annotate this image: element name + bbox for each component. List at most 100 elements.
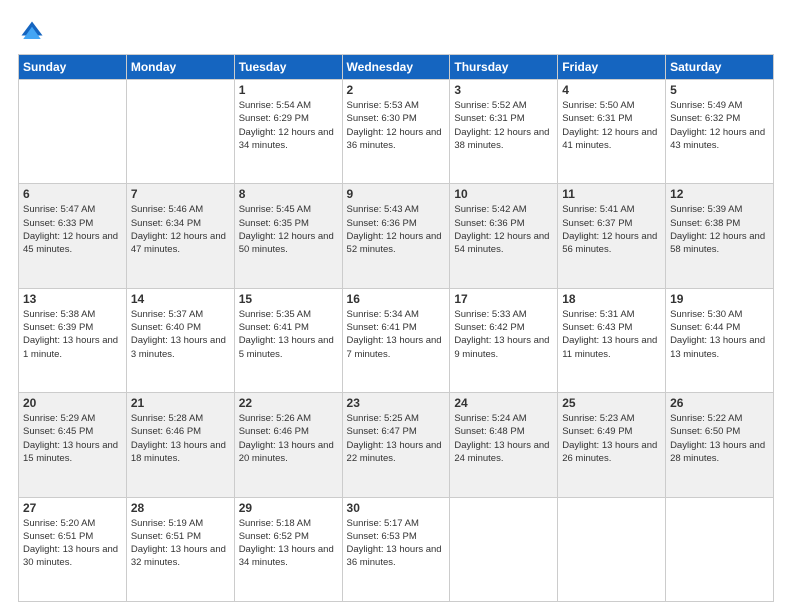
calendar-cell: 4 Sunrise: 5:50 AM Sunset: 6:31 PM Daylig… xyxy=(558,80,666,184)
weekday-saturday: Saturday xyxy=(666,55,774,80)
day-info: Sunrise: 5:20 AM Sunset: 6:51 PM Dayligh… xyxy=(23,517,122,570)
day-number: 15 xyxy=(239,292,338,306)
day-number: 6 xyxy=(23,187,122,201)
day-number: 29 xyxy=(239,501,338,515)
calendar-cell: 22 Sunrise: 5:26 AM Sunset: 6:46 PM Dayli… xyxy=(234,393,342,497)
day-number: 20 xyxy=(23,396,122,410)
calendar-cell: 14 Sunrise: 5:37 AM Sunset: 6:40 PM Dayli… xyxy=(126,288,234,392)
day-info: Sunrise: 5:17 AM Sunset: 6:53 PM Dayligh… xyxy=(347,517,446,570)
day-number: 17 xyxy=(454,292,553,306)
day-info: Sunrise: 5:39 AM Sunset: 6:38 PM Dayligh… xyxy=(670,203,769,256)
calendar-cell: 7 Sunrise: 5:46 AM Sunset: 6:34 PM Daylig… xyxy=(126,184,234,288)
day-info: Sunrise: 5:42 AM Sunset: 6:36 PM Dayligh… xyxy=(454,203,553,256)
day-number: 14 xyxy=(131,292,230,306)
calendar-cell: 18Sunrise: 5:31 AM Sunset: 6:43 PM Dayli… xyxy=(558,288,666,392)
week-row-3: 13 Sunrise: 5:38 AM Sunset: 6:39 PM Dayli… xyxy=(19,288,774,392)
day-info: Sunrise: 5:26 AM Sunset: 6:46 PM Dayligh… xyxy=(239,412,338,465)
calendar-cell: 19Sunrise: 5:30 AM Sunset: 6:44 PM Dayli… xyxy=(666,288,774,392)
day-info: Sunrise: 5:46 AM Sunset: 6:34 PM Dayligh… xyxy=(131,203,230,256)
week-row-5: 27 Sunrise: 5:20 AM Sunset: 6:51 PM Dayli… xyxy=(19,497,774,601)
day-info: Sunrise: 5:33 AM Sunset: 6:42 PM Dayligh… xyxy=(454,308,553,361)
day-info: Sunrise: 5:41 AM Sunset: 6:37 PM Dayligh… xyxy=(562,203,661,256)
calendar-cell xyxy=(666,497,774,601)
day-info: Sunrise: 5:29 AM Sunset: 6:45 PM Dayligh… xyxy=(23,412,122,465)
calendar-cell: 20 Sunrise: 5:29 AM Sunset: 6:45 PM Dayli… xyxy=(19,393,127,497)
calendar-cell: 30 Sunrise: 5:17 AM Sunset: 6:53 PM Dayli… xyxy=(342,497,450,601)
day-info: Sunrise: 5:38 AM Sunset: 6:39 PM Dayligh… xyxy=(23,308,122,361)
logo-icon xyxy=(18,18,46,46)
calendar-cell: 21 Sunrise: 5:28 AM Sunset: 6:46 PM Dayli… xyxy=(126,393,234,497)
calendar-cell: 8 Sunrise: 5:45 AM Sunset: 6:35 PM Daylig… xyxy=(234,184,342,288)
calendar-cell xyxy=(558,497,666,601)
header xyxy=(18,18,774,46)
day-number: 13 xyxy=(23,292,122,306)
day-number: 27 xyxy=(23,501,122,515)
weekday-sunday: Sunday xyxy=(19,55,127,80)
day-number: 4 xyxy=(562,83,661,97)
day-number: 1 xyxy=(239,83,338,97)
day-number: 21 xyxy=(131,396,230,410)
day-info: Sunrise: 5:25 AM Sunset: 6:47 PM Dayligh… xyxy=(347,412,446,465)
calendar-table: SundayMondayTuesdayWednesdayThursdayFrid… xyxy=(18,54,774,602)
calendar-cell: 27 Sunrise: 5:20 AM Sunset: 6:51 PM Dayli… xyxy=(19,497,127,601)
calendar-cell: 9 Sunrise: 5:43 AM Sunset: 6:36 PM Daylig… xyxy=(342,184,450,288)
day-info: Sunrise: 5:22 AM Sunset: 6:50 PM Dayligh… xyxy=(670,412,769,465)
weekday-friday: Friday xyxy=(558,55,666,80)
weekday-header-row: SundayMondayTuesdayWednesdayThursdayFrid… xyxy=(19,55,774,80)
calendar-cell: 16 Sunrise: 5:34 AM Sunset: 6:41 PM Dayli… xyxy=(342,288,450,392)
day-info: Sunrise: 5:43 AM Sunset: 6:36 PM Dayligh… xyxy=(347,203,446,256)
day-info: Sunrise: 5:28 AM Sunset: 6:46 PM Dayligh… xyxy=(131,412,230,465)
day-number: 26 xyxy=(670,396,769,410)
day-info: Sunrise: 5:19 AM Sunset: 6:51 PM Dayligh… xyxy=(131,517,230,570)
calendar-cell: 11 Sunrise: 5:41 AM Sunset: 6:37 PM Dayli… xyxy=(558,184,666,288)
calendar-cell: 28 Sunrise: 5:19 AM Sunset: 6:51 PM Dayli… xyxy=(126,497,234,601)
day-number: 16 xyxy=(347,292,446,306)
logo xyxy=(18,18,50,46)
day-number: 5 xyxy=(670,83,769,97)
calendar-cell: 29 Sunrise: 5:18 AM Sunset: 6:52 PM Dayli… xyxy=(234,497,342,601)
calendar-cell: 1 Sunrise: 5:54 AM Sunset: 6:29 PM Daylig… xyxy=(234,80,342,184)
day-info: Sunrise: 5:53 AM Sunset: 6:30 PM Dayligh… xyxy=(347,99,446,152)
day-number: 2 xyxy=(347,83,446,97)
day-number: 11 xyxy=(562,187,661,201)
calendar-cell: 17 Sunrise: 5:33 AM Sunset: 6:42 PM Dayli… xyxy=(450,288,558,392)
calendar-cell: 2 Sunrise: 5:53 AM Sunset: 6:30 PM Daylig… xyxy=(342,80,450,184)
day-number: 9 xyxy=(347,187,446,201)
day-number: 24 xyxy=(454,396,553,410)
day-info: Sunrise: 5:54 AM Sunset: 6:29 PM Dayligh… xyxy=(239,99,338,152)
day-number: 25 xyxy=(562,396,661,410)
day-number: 7 xyxy=(131,187,230,201)
calendar-cell xyxy=(126,80,234,184)
calendar-cell: 26 Sunrise: 5:22 AM Sunset: 6:50 PM Dayli… xyxy=(666,393,774,497)
calendar-cell: 24 Sunrise: 5:24 AM Sunset: 6:48 PM Dayli… xyxy=(450,393,558,497)
calendar-cell: 6 Sunrise: 5:47 AM Sunset: 6:33 PM Daylig… xyxy=(19,184,127,288)
day-info: Sunrise: 5:34 AM Sunset: 6:41 PM Dayligh… xyxy=(347,308,446,361)
day-number: 18 xyxy=(562,292,661,306)
day-number: 12 xyxy=(670,187,769,201)
day-number: 22 xyxy=(239,396,338,410)
calendar-cell: 15Sunrise: 5:35 AM Sunset: 6:41 PM Dayli… xyxy=(234,288,342,392)
day-info: Sunrise: 5:52 AM Sunset: 6:31 PM Dayligh… xyxy=(454,99,553,152)
day-number: 19 xyxy=(670,292,769,306)
calendar-cell: 25 Sunrise: 5:23 AM Sunset: 6:49 PM Dayli… xyxy=(558,393,666,497)
calendar-cell: 12 Sunrise: 5:39 AM Sunset: 6:38 PM Dayli… xyxy=(666,184,774,288)
weekday-tuesday: Tuesday xyxy=(234,55,342,80)
calendar-cell: 5 Sunrise: 5:49 AM Sunset: 6:32 PM Daylig… xyxy=(666,80,774,184)
day-info: Sunrise: 5:18 AM Sunset: 6:52 PM Dayligh… xyxy=(239,517,338,570)
week-row-1: 1 Sunrise: 5:54 AM Sunset: 6:29 PM Daylig… xyxy=(19,80,774,184)
day-info: Sunrise: 5:24 AM Sunset: 6:48 PM Dayligh… xyxy=(454,412,553,465)
day-info: Sunrise: 5:49 AM Sunset: 6:32 PM Dayligh… xyxy=(670,99,769,152)
week-row-2: 6 Sunrise: 5:47 AM Sunset: 6:33 PM Daylig… xyxy=(19,184,774,288)
day-info: Sunrise: 5:37 AM Sunset: 6:40 PM Dayligh… xyxy=(131,308,230,361)
day-info: Sunrise: 5:50 AM Sunset: 6:31 PM Dayligh… xyxy=(562,99,661,152)
day-number: 28 xyxy=(131,501,230,515)
calendar-cell xyxy=(450,497,558,601)
day-number: 30 xyxy=(347,501,446,515)
weekday-monday: Monday xyxy=(126,55,234,80)
day-info: Sunrise: 5:23 AM Sunset: 6:49 PM Dayligh… xyxy=(562,412,661,465)
day-info: Sunrise: 5:47 AM Sunset: 6:33 PM Dayligh… xyxy=(23,203,122,256)
day-number: 23 xyxy=(347,396,446,410)
calendar-cell: 3Sunrise: 5:52 AM Sunset: 6:31 PM Daylig… xyxy=(450,80,558,184)
day-number: 8 xyxy=(239,187,338,201)
day-info: Sunrise: 5:45 AM Sunset: 6:35 PM Dayligh… xyxy=(239,203,338,256)
